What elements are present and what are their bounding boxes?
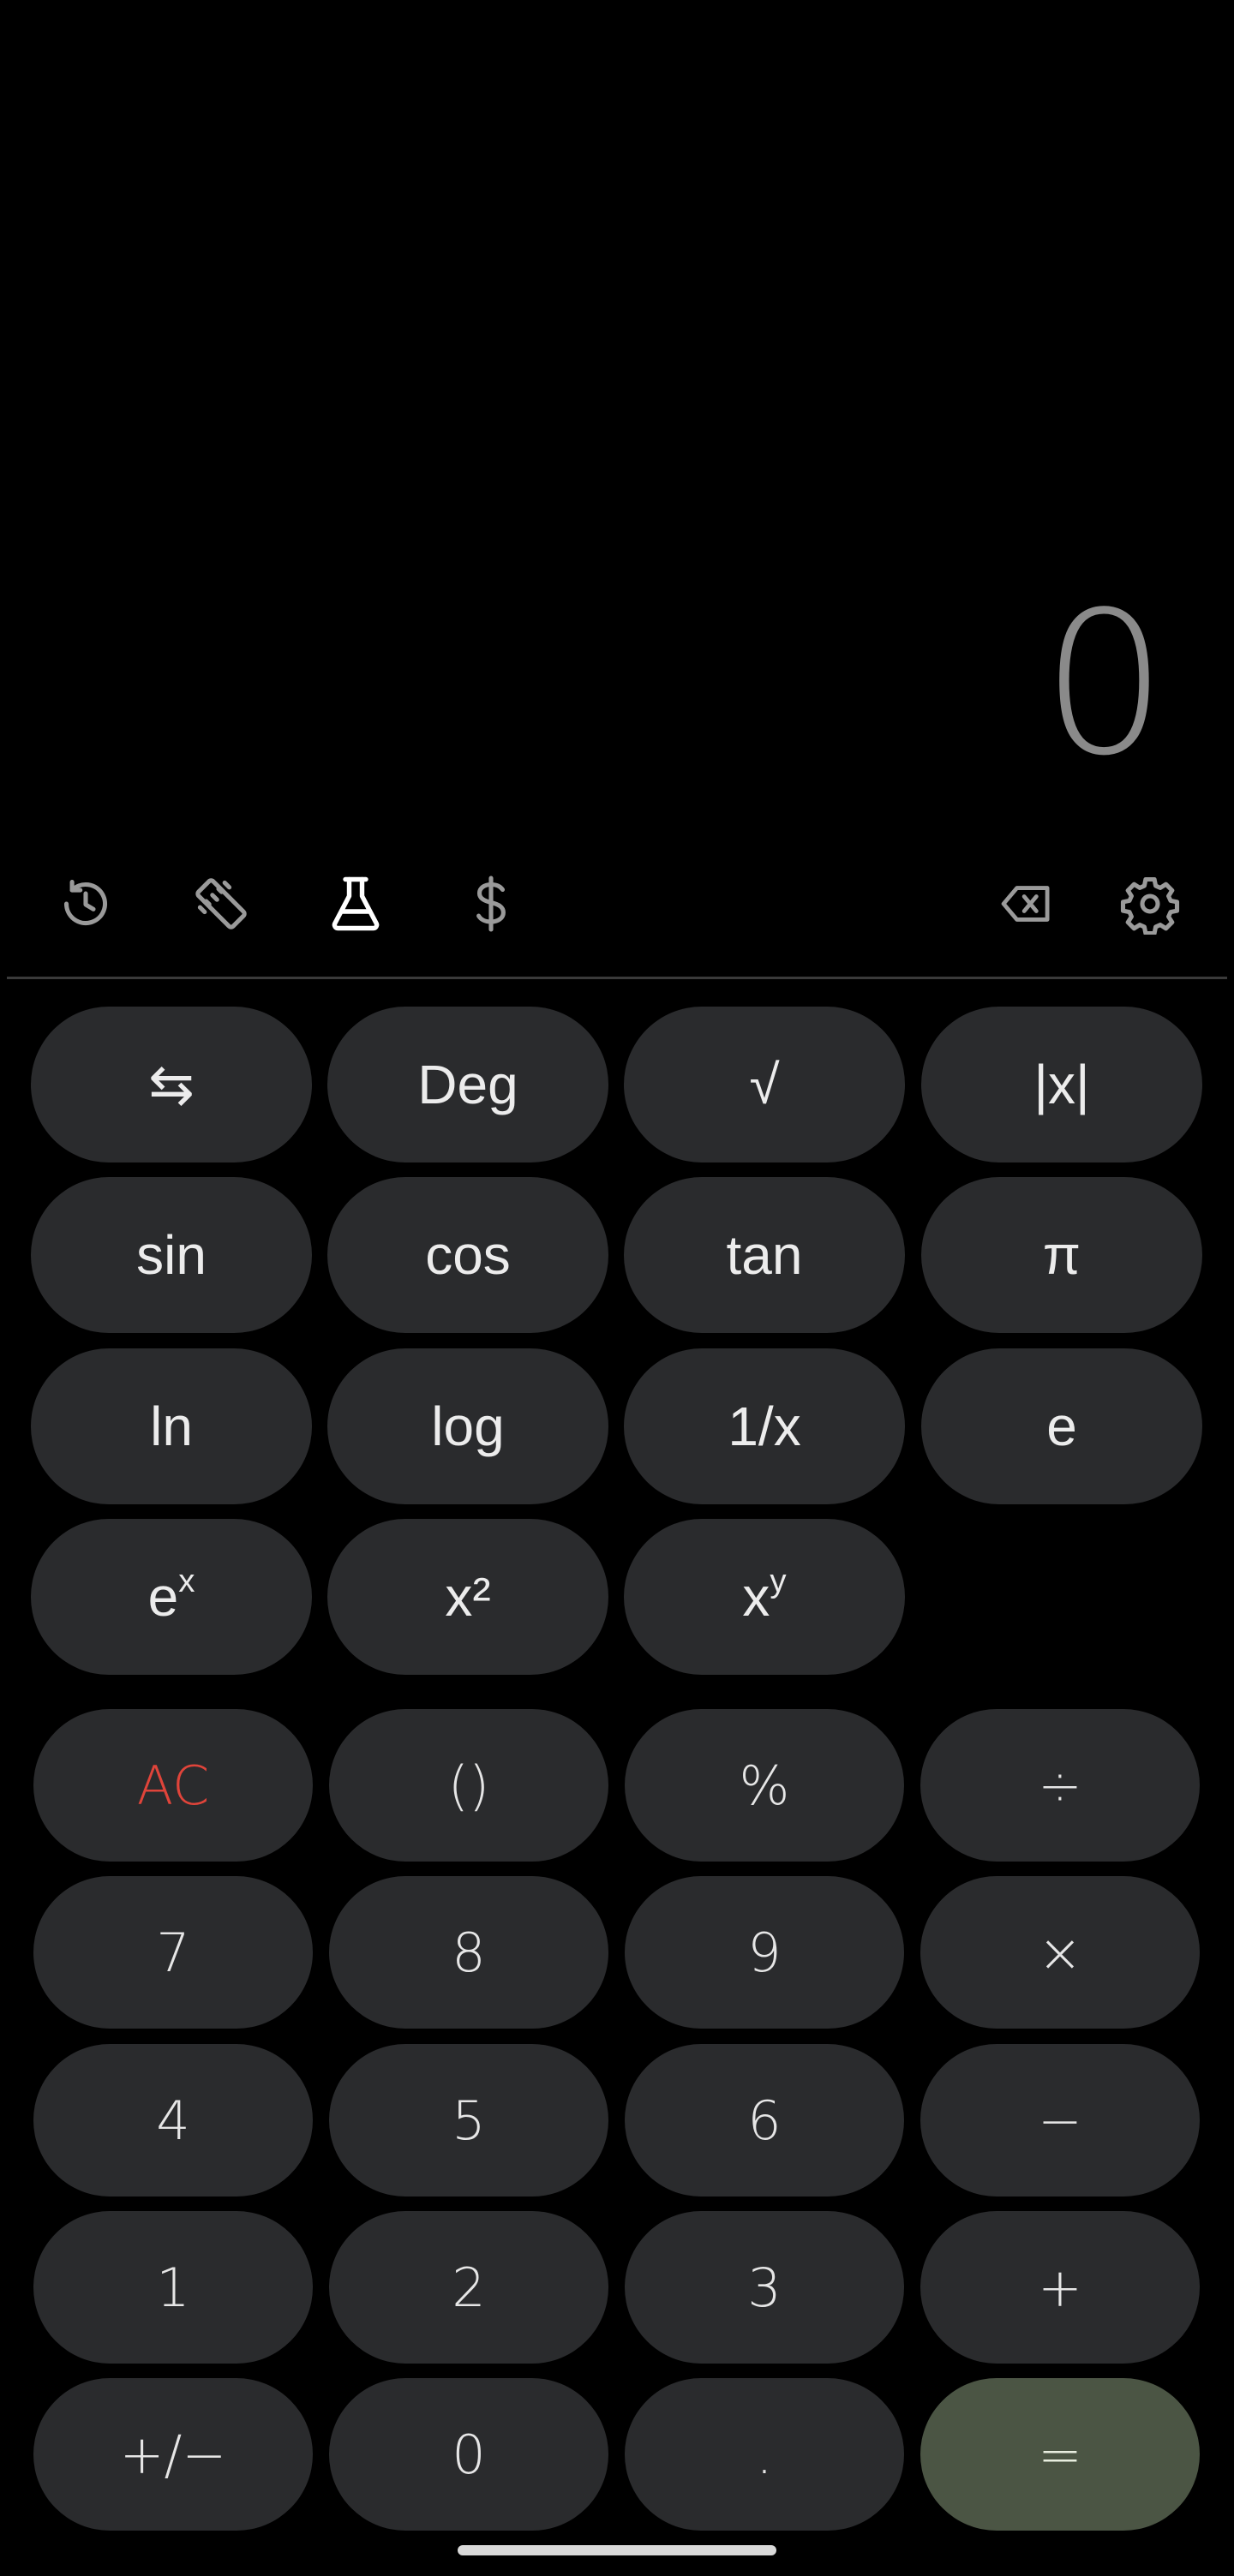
subtract-button[interactable]: −	[920, 2044, 1200, 2196]
result-display: 0	[1041, 571, 1167, 799]
tan-button[interactable]: tan	[624, 1177, 905, 1333]
digit-0-button[interactable]: 0	[329, 2378, 608, 2531]
parentheses-button[interactable]: ()	[329, 1709, 608, 1862]
clear-button[interactable]: AC	[33, 1709, 313, 1862]
dollar-icon[interactable]	[452, 857, 530, 951]
add-button[interactable]: +	[920, 2211, 1200, 2364]
abs-button[interactable]: |x|	[921, 1007, 1202, 1162]
euler-button[interactable]: e	[921, 1348, 1202, 1504]
swap-functions-button[interactable]: ⇆	[31, 1007, 312, 1162]
history-icon[interactable]	[47, 857, 124, 951]
flask-icon[interactable]	[317, 857, 394, 951]
digit-8-button[interactable]: 8	[329, 1876, 608, 2029]
square-button[interactable]: x²	[327, 1519, 608, 1675]
percent-button[interactable]: %	[625, 1709, 904, 1862]
digit-3-button[interactable]: 3	[625, 2211, 904, 2364]
decimal-point-button[interactable]: .	[625, 2378, 904, 2531]
digit-5-button[interactable]: 5	[329, 2044, 608, 2196]
digit-7-button[interactable]: 7	[33, 1876, 313, 2029]
ruler-icon[interactable]	[183, 857, 260, 951]
digit-4-button[interactable]: 4	[33, 2044, 313, 2196]
angle-unit-button[interactable]: Deg	[327, 1007, 608, 1162]
exp-button[interactable]: ex	[31, 1519, 312, 1675]
mode-toolbar	[0, 857, 1234, 951]
sqrt-button[interactable]: √	[624, 1007, 905, 1162]
power-button[interactable]: xy	[624, 1519, 905, 1675]
digit-6-button[interactable]: 6	[625, 2044, 904, 2196]
backspace-icon[interactable]	[988, 857, 1065, 951]
sin-button[interactable]: sin	[31, 1177, 312, 1333]
toolbar-divider	[7, 977, 1227, 979]
cos-button[interactable]: cos	[327, 1177, 608, 1333]
reciprocal-button[interactable]: 1/x	[624, 1348, 905, 1504]
digit-2-button[interactable]: 2	[329, 2211, 608, 2364]
divide-button[interactable]: ÷	[920, 1709, 1200, 1862]
digit-1-button[interactable]: 1	[33, 2211, 313, 2364]
ln-button[interactable]: ln	[31, 1348, 312, 1504]
log-button[interactable]: log	[327, 1348, 608, 1504]
multiply-button[interactable]: ×	[920, 1876, 1200, 2029]
home-indicator[interactable]	[458, 2545, 776, 2555]
pi-button[interactable]: π	[921, 1177, 1202, 1333]
gear-icon[interactable]	[1111, 857, 1189, 951]
equals-button[interactable]: =	[920, 2378, 1200, 2531]
negate-button[interactable]: +/−	[33, 2378, 313, 2531]
digit-9-button[interactable]: 9	[625, 1876, 904, 2029]
